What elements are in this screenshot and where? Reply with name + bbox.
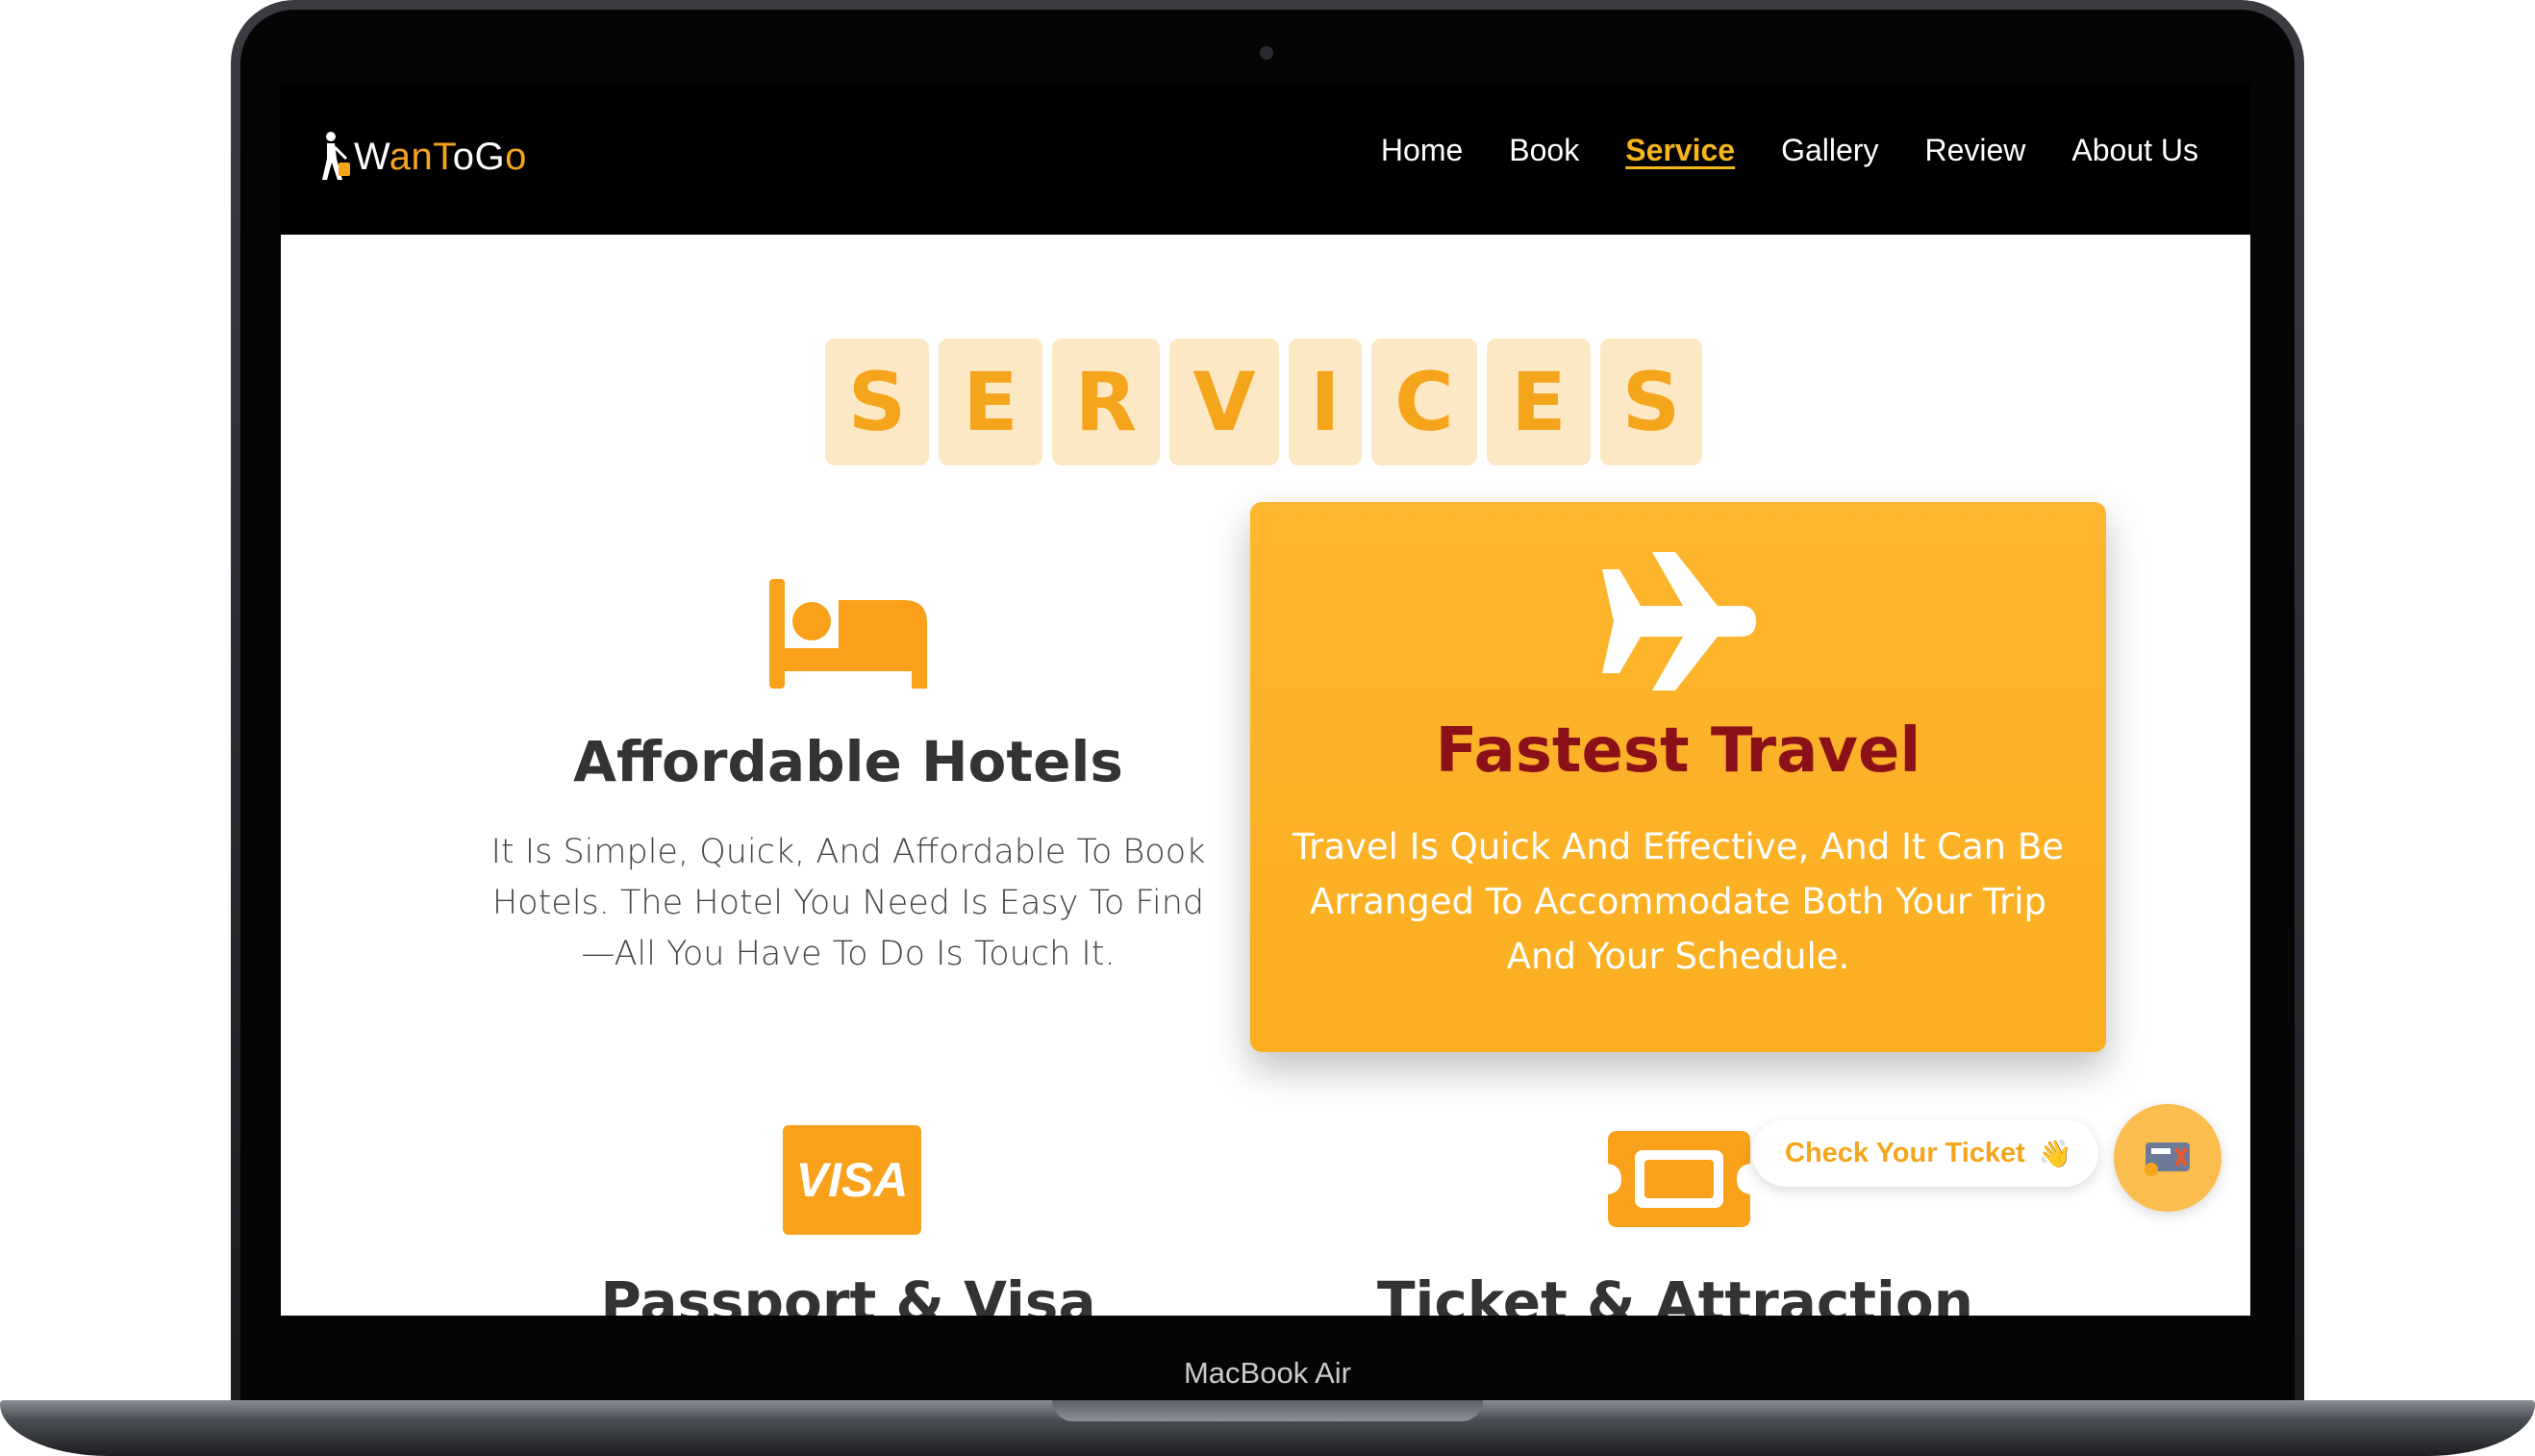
visa-icon: VISA — [783, 1125, 921, 1235]
check-ticket-pill[interactable]: Check Your Ticket 👋 — [1752, 1119, 2098, 1187]
heading-letter: S — [825, 339, 929, 465]
nav-home[interactable]: Home — [1381, 133, 1463, 168]
ticket-check-icon — [2145, 1142, 2190, 1176]
travel-card[interactable]: Fastest Travel Travel Is Quick And Effec… — [1250, 502, 2106, 1052]
nav-menu: Home Book Service Gallery Review About U… — [1335, 133, 2198, 168]
heading-letter: C — [1371, 339, 1477, 465]
heading-letter: R — [1052, 339, 1160, 465]
camera-icon — [1260, 46, 1273, 60]
airplane-icon — [1602, 552, 1756, 690]
heading-letter: E — [939, 339, 1042, 465]
screen: WanToGo Home Book Service Gallery Review… — [281, 85, 2250, 1316]
travel-title: Fastest Travel — [1435, 715, 1921, 787]
wave-emoji-icon: 👋 — [2038, 1138, 2072, 1168]
navbar: WanToGo Home Book Service Gallery Review… — [281, 85, 2250, 235]
travel-description: Travel Is Quick And Effective, And It Ca… — [1292, 826, 2065, 977]
ticket-title: Ticket & Attraction — [1376, 1269, 1974, 1316]
nav-service[interactable]: Service — [1625, 133, 1735, 168]
nav-review[interactable]: Review — [1924, 133, 2025, 168]
check-ticket-label: Check Your Ticket — [1785, 1137, 2025, 1168]
heading-letter: E — [1487, 339, 1591, 465]
traveler-logo-icon — [322, 132, 350, 180]
hotels-description: It Is Simple, Quick, And Affordable To B… — [490, 833, 1206, 973]
nav-gallery[interactable]: Gallery — [1781, 133, 1878, 168]
bed-icon — [769, 579, 927, 689]
device-label: MacBook Air — [1183, 1356, 1351, 1390]
heading-letter: V — [1169, 339, 1279, 465]
heading-letter: I — [1289, 339, 1362, 465]
visa-title: Passport & Visa — [600, 1269, 1096, 1316]
nav-about-us[interactable]: About Us — [2071, 133, 2198, 168]
ticket-icon — [1608, 1131, 1750, 1227]
hotels-title: Affordable Hotels — [573, 729, 1123, 794]
heading-letter: S — [1600, 339, 1702, 465]
laptop-notch — [1052, 1400, 1483, 1421]
nav-book[interactable]: Book — [1509, 133, 1579, 168]
brand-name: WanToGo — [354, 135, 527, 178]
check-ticket-button[interactable] — [2114, 1104, 2221, 1212]
logo[interactable]: WanToGo — [317, 123, 527, 190]
